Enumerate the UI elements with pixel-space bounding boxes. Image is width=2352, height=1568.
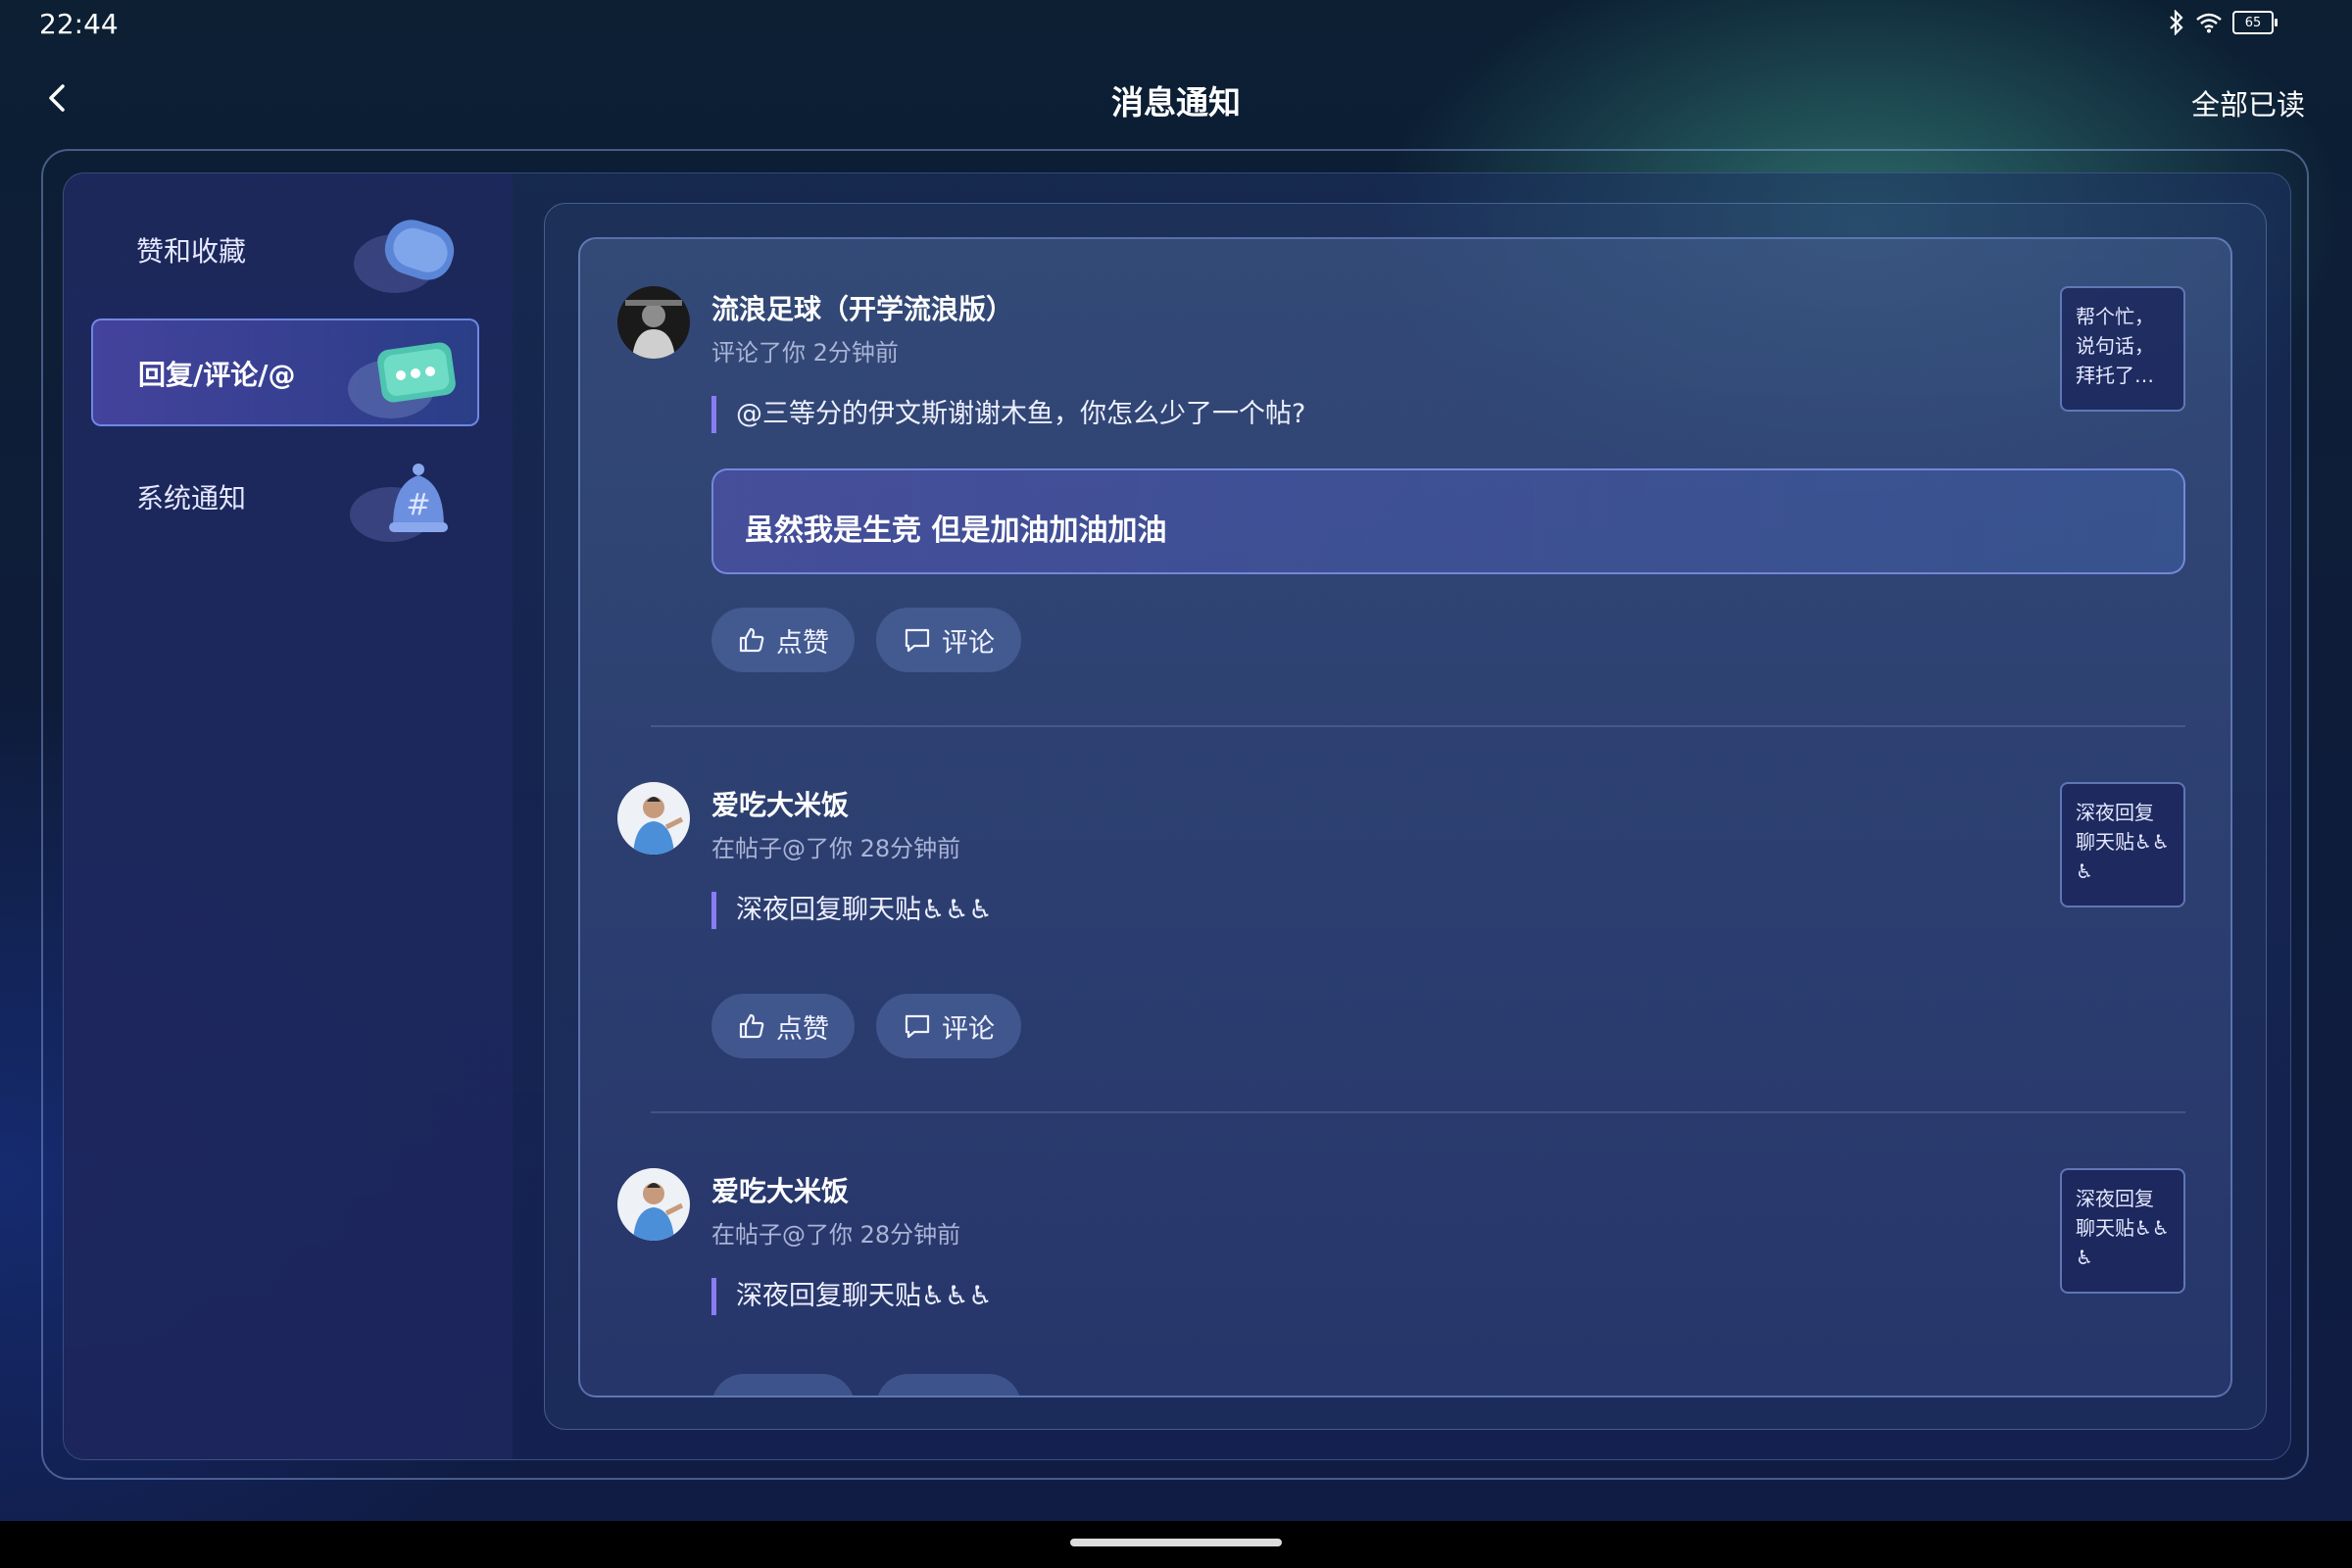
home-indicator-bar	[0, 1521, 2352, 1568]
thumbs-up-icon	[739, 1013, 764, 1039]
status-icons: 65	[2168, 10, 2278, 35]
like-label: 点赞	[776, 1013, 829, 1045]
comment-icon	[905, 1014, 930, 1039]
comment-label: 评论	[942, 1013, 995, 1045]
quoted-comment: 深夜回复聊天贴♿♿♿	[711, 1278, 993, 1315]
sidebar-item-label: 赞和收藏	[136, 235, 247, 268]
avatar[interactable]	[617, 1168, 690, 1241]
user-name[interactable]: 流浪足球（开学流浪版）	[711, 288, 1013, 327]
battery-icon: 65	[2232, 11, 2278, 34]
bell-hash-icon: #	[350, 464, 448, 542]
like-label: 点赞	[776, 627, 829, 659]
chat-bubble-icon	[348, 342, 456, 418]
sidebar-item-label: 回复/评论/@	[138, 359, 296, 391]
user-name[interactable]: 爱吃大米饭	[711, 1170, 849, 1209]
comment-label: 评论	[942, 627, 995, 659]
content-area: 流浪足球（开学流浪版） 评论了你 2分钟前 帮个忙，说句话，拜托了… @三等分的…	[544, 203, 2267, 1430]
bluetooth-icon	[2170, 10, 2183, 35]
thumbs-up-icon	[739, 627, 764, 653]
sidebar: 赞和收藏 回复/评论/@ 系统通知 #	[64, 173, 513, 1459]
divider	[651, 725, 2185, 727]
avatar[interactable]	[617, 782, 690, 855]
post-thumbnail[interactable]: 深夜回复聊天贴♿♿♿	[2060, 782, 2185, 907]
post-thumbnail[interactable]: 帮个忙，说句话，拜托了…	[2060, 286, 2185, 412]
notification-card: 流浪足球（开学流浪版） 评论了你 2分钟前 帮个忙，说句话，拜托了… @三等分的…	[578, 237, 2232, 1397]
sidebar-item-system[interactable]: 系统通知 #	[91, 444, 479, 552]
comment-button[interactable]	[876, 1374, 1021, 1396]
home-indicator[interactable]	[1070, 1539, 1282, 1546]
avatar[interactable]	[617, 286, 690, 359]
notification-meta: 在帖子@了你 28分钟前	[711, 1221, 961, 1249]
page-header: 消息通知 全部已读	[0, 67, 2352, 129]
mark-all-read-button[interactable]: 全部已读	[2191, 82, 2305, 123]
post-thumbnail[interactable]: 深夜回复聊天贴♿♿♿	[2060, 1168, 2185, 1294]
divider	[651, 1111, 2185, 1113]
svg-text:#: #	[406, 488, 430, 522]
quoted-comment: 深夜回复聊天贴♿♿♿	[711, 892, 993, 929]
sidebar-item-label: 系统通知	[136, 482, 247, 514]
user-name[interactable]: 爱吃大米饭	[711, 784, 849, 823]
comment-button[interactable]: 评论	[876, 994, 1021, 1058]
like-button[interactable]: 点赞	[711, 608, 855, 672]
notification-meta: 评论了你 2分钟前	[711, 339, 899, 367]
status-time: 22:44	[39, 8, 119, 40]
quoted-comment: @三等分的伊文斯谢谢木鱼，你怎么少了一个帖?	[711, 396, 1305, 433]
sidebar-item-replies[interactable]: 回复/评论/@	[91, 318, 479, 426]
sidebar-item-likes[interactable]: 赞和收藏	[91, 197, 479, 305]
reply-content[interactable]: 虽然我是生竞 但是加油加油加油	[711, 468, 2185, 574]
like-button[interactable]: 点赞	[711, 994, 855, 1058]
status-bar: 22:44 65	[0, 0, 2352, 49]
heart-chat-icon	[354, 220, 455, 293]
page-title: 消息通知	[1111, 83, 1241, 122]
comment-icon	[905, 628, 930, 653]
comment-button[interactable]: 评论	[876, 608, 1021, 672]
main-panel: 赞和收藏 回复/评论/@ 系统通知 # 流浪足球（开学流浪版） 评论了你 2分钟…	[63, 172, 2291, 1460]
wifi-icon	[2196, 13, 2222, 33]
like-button[interactable]	[711, 1374, 855, 1396]
notification-meta: 在帖子@了你 28分钟前	[711, 835, 961, 862]
reply-text: 虽然我是生竞 但是加油加油加油	[745, 514, 1167, 548]
